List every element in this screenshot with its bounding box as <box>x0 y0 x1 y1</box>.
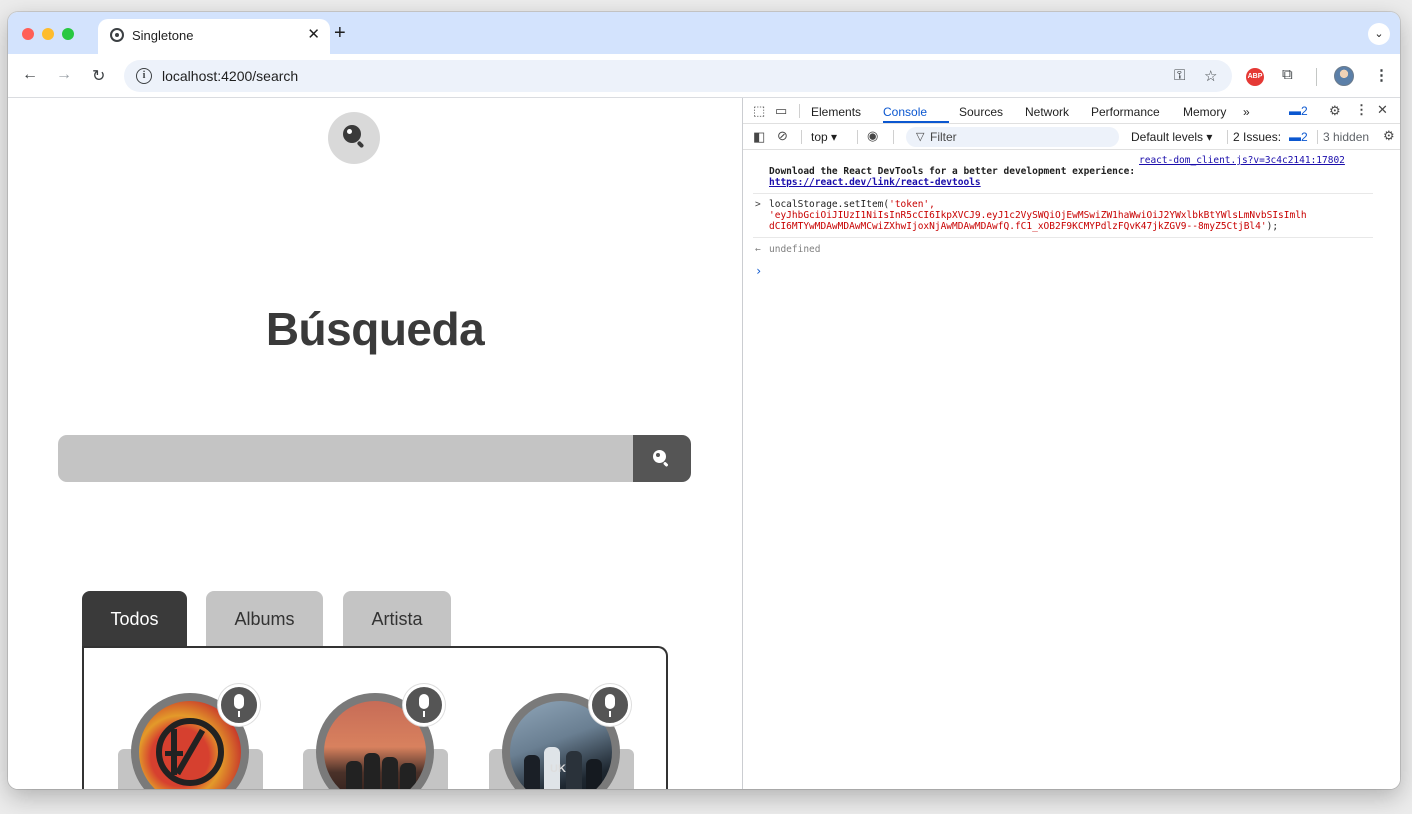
console-result: undefined <box>769 244 821 255</box>
console-input-prompt[interactable]: › <box>755 265 762 277</box>
shirt-text: UK <box>550 763 566 775</box>
tab-close-icon[interactable]: ✕ <box>307 25 320 43</box>
tab-strip: Singletone ✕ + ⌄ <box>8 12 1400 54</box>
microphone-icon[interactable] <box>403 684 445 726</box>
result-prompt-icon: ← <box>755 244 761 255</box>
active-tab-indicator <box>883 121 949 123</box>
menu-icon[interactable]: ⋮ <box>1374 66 1389 84</box>
context-selector[interactable]: top ▾ <box>811 130 837 144</box>
clear-console-icon[interactable]: ⊘ <box>777 128 788 144</box>
issues-count: 2 <box>1301 104 1308 118</box>
minimize-window-button[interactable] <box>42 28 54 40</box>
new-tab-button[interactable]: + <box>334 22 346 45</box>
input-prompt-icon: > <box>755 199 761 210</box>
tab-network[interactable]: Network <box>1025 105 1069 119</box>
settings-icon[interactable]: ⚙ <box>1329 103 1341 119</box>
page-content: Búsqueda Todos Albums Artista UK <box>8 98 742 789</box>
sidebar-toggle-icon[interactable]: ◧ <box>753 129 765 145</box>
console-command-token-end: dCI6MTYwMDAwMDAwMCwiZXhwIjoxNjAwMDAwMDAw… <box>769 221 1279 232</box>
browser-tab[interactable]: Singletone ✕ <box>98 19 330 54</box>
default-levels-dropdown[interactable]: Default levels ▾ <box>1131 130 1212 144</box>
close-devtools-icon[interactable]: ✕ <box>1377 102 1388 118</box>
console-settings-icon[interactable]: ⚙ <box>1383 128 1395 144</box>
favicon-icon <box>110 28 124 42</box>
page-title: Búsqueda <box>265 303 485 355</box>
console-filter-input[interactable]: ▽ Filter <box>906 127 1119 147</box>
adblock-icon[interactable]: ABP <box>1246 68 1264 86</box>
issues-count-badge[interactable]: ▬2 <box>1289 104 1308 118</box>
tab-artista[interactable]: Artista <box>343 591 451 648</box>
address-bar[interactable]: i localhost:4200/search ⚿ ☆ <box>124 60 1232 92</box>
console-command-token: 'eyJhbGciOiJIUzI1NiIsInR5cCI6IkpXVCJ9.ey… <box>769 210 1307 221</box>
url-text[interactable]: localhost:4200/search <box>162 68 298 84</box>
more-tabs-icon[interactable]: » <box>1243 105 1250 119</box>
browser-toolbar: ← → ↻ i localhost:4200/search ⚿ ☆ ABP ⧉ … <box>8 54 1400 98</box>
search-button[interactable] <box>633 435 691 482</box>
results-panel: UK <box>82 646 668 789</box>
eye-icon[interactable]: ◉ <box>867 128 878 144</box>
devtools-tabbar: ⬚ ▭ Elements Console Sources Network Per… <box>743 98 1400 124</box>
close-window-button[interactable] <box>22 28 34 40</box>
tab-elements[interactable]: Elements <box>811 105 861 119</box>
tab-todos[interactable]: Todos <box>82 591 187 648</box>
browser-window: Singletone ✕ + ⌄ ← → ↻ i localhost:4200/… <box>8 12 1400 789</box>
devtools-menu-icon[interactable]: ⋮ <box>1355 102 1368 118</box>
console-message-link[interactable]: https://react.dev/link/react-devtools <box>769 177 981 188</box>
inspect-icon[interactable]: ⬚ <box>753 103 765 119</box>
tab-memory[interactable]: Memory <box>1183 105 1226 119</box>
filter-placeholder: Filter <box>930 130 957 144</box>
tab-search-button[interactable]: ⌄ <box>1368 23 1390 45</box>
key-icon[interactable]: ⚿ <box>1174 67 1185 84</box>
search-icon <box>653 450 666 463</box>
forward-button[interactable]: → <box>56 66 72 84</box>
issues-label[interactable]: 2 Issues: <box>1233 130 1281 144</box>
site-info-icon[interactable]: i <box>136 68 152 84</box>
filter-icon: ▽ <box>916 131 925 143</box>
search-logo-icon <box>328 112 380 164</box>
console-message: Download the React DevTools for a better… <box>769 166 1136 177</box>
issues-badge[interactable]: ▬2 <box>1289 130 1308 144</box>
profile-icon[interactable] <box>1334 66 1354 86</box>
back-button[interactable]: ← <box>22 66 38 84</box>
tab-albums[interactable]: Albums <box>206 591 323 648</box>
extensions-icon[interactable]: ⧉ <box>1282 66 1293 83</box>
console-command: localStorage.setItem('token', <box>769 199 935 210</box>
reload-button[interactable]: ↻ <box>92 66 105 86</box>
issues-badge-count: 2 <box>1301 130 1308 144</box>
maximize-window-button[interactable] <box>62 28 74 40</box>
tab-sources[interactable]: Sources <box>959 105 1003 119</box>
hidden-messages-label: 3 hidden <box>1323 130 1370 144</box>
source-link[interactable]: react-dom_client.js?v=3c4c2141:17802 <box>1139 155 1345 166</box>
microphone-icon[interactable] <box>218 684 260 726</box>
devtools-panel: ⬚ ▭ Elements Console Sources Network Per… <box>742 98 1400 789</box>
toolbar-divider <box>1316 68 1317 86</box>
search-input[interactable] <box>58 435 634 482</box>
microphone-icon[interactable] <box>589 684 631 726</box>
tab-title: Singletone <box>132 28 194 43</box>
tab-console[interactable]: Console <box>883 105 927 119</box>
tab-performance[interactable]: Performance <box>1091 105 1160 119</box>
star-icon[interactable]: ☆ <box>1204 67 1217 85</box>
device-toggle-icon[interactable]: ▭ <box>775 103 787 119</box>
console-toolbar: ◧ ⊘ top ▾ ◉ ▽ Filter Default levels ▾ 2 … <box>743 124 1400 150</box>
